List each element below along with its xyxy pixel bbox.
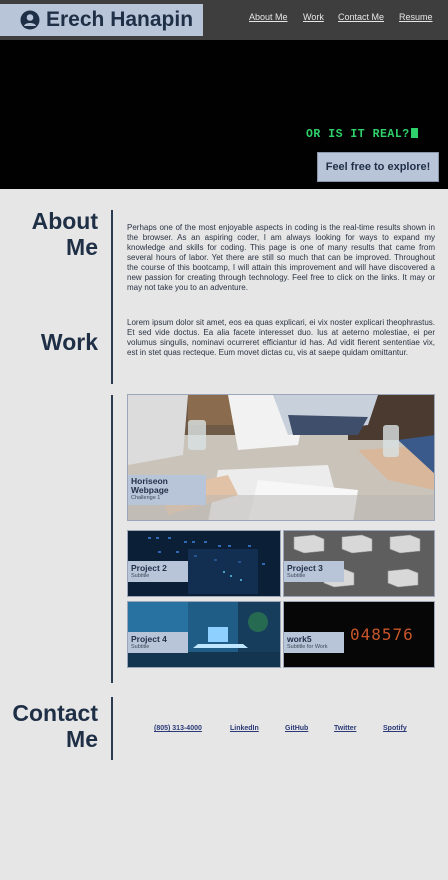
hero-banner: OR IS IT REAL? Feel free to explore!	[0, 40, 448, 189]
project-label: work5 Subtitle for Work	[284, 632, 344, 653]
about-paragraph: Perhaps one of the most enjoyable aspect…	[127, 223, 435, 292]
project-card-horiseon[interactable]: Horiseon Webpage Challenge 1	[127, 394, 435, 521]
contact-spotify-link[interactable]: Spotify	[383, 725, 407, 732]
work-paragraph: Lorem ipsum dolor sit amet, eos ea quas …	[127, 318, 435, 357]
nav-link-resume[interactable]: Resume	[399, 11, 433, 23]
project-card-work5[interactable]: 048576 work5 Subtitle for Work	[283, 601, 435, 668]
site-header: Erech Hanapin About Me Work Contact Me R…	[0, 0, 448, 40]
project-subtitle: Subtitle	[131, 573, 150, 579]
hero-terminal-line: OR IS IT REAL?	[306, 128, 410, 141]
project-label: Horiseon Webpage Challenge 1	[128, 475, 206, 505]
project-subtitle: Subtitle	[131, 644, 150, 650]
about-divider	[111, 210, 113, 384]
about-heading: About Me	[32, 208, 98, 260]
project-title: Project 2	[131, 563, 167, 573]
nav-link-work[interactable]: Work	[303, 11, 324, 23]
project-label: Project 4 Subtitle	[128, 632, 188, 653]
project-card-4[interactable]: Project 4 Subtitle	[127, 601, 281, 668]
about-heading-line1: About	[31, 208, 98, 234]
contact-twitter-link[interactable]: Twitter	[334, 725, 356, 732]
project-title: Project 3	[287, 563, 323, 573]
nav-link-about[interactable]: About Me	[249, 11, 288, 23]
hero-terminal-text: OR IS IT REAL?	[306, 128, 418, 141]
contact-links: (805) 313-4000 LinkedIn GitHub Twitter S…	[0, 725, 448, 737]
main-nav: About Me Work Contact Me Resume	[0, 11, 448, 25]
terminal-cursor-icon	[410, 128, 418, 138]
contact-heading-line1: Contact	[12, 700, 98, 726]
work-heading: Work	[40, 329, 98, 355]
project-subtitle: Challenge 1	[131, 495, 161, 501]
contact-phone-link[interactable]: (805) 313-4000	[154, 725, 202, 732]
contact-github-link[interactable]: GitHub	[285, 725, 308, 732]
project-label: Project 2 Subtitle	[128, 561, 188, 582]
contact-linkedin-link[interactable]: LinkedIn	[230, 725, 259, 732]
work-divider	[111, 395, 113, 683]
project-card-2[interactable]: Project 2 Subtitle	[127, 530, 281, 597]
project-subtitle: Subtitle	[287, 573, 306, 579]
project-subtitle: Subtitle for Work	[287, 644, 328, 650]
explore-button[interactable]: Feel free to explore!	[317, 152, 439, 182]
project-card-3[interactable]: Project 3 Subtitle	[283, 530, 435, 597]
project-title: work5	[287, 634, 312, 644]
project-title: Horiseon Webpage	[131, 476, 169, 495]
project-label: Project 3 Subtitle	[284, 561, 344, 582]
led-counter-digits: 048576	[350, 625, 414, 644]
nav-link-contact[interactable]: Contact Me	[338, 11, 384, 23]
about-heading-line2: Me	[66, 234, 98, 260]
project-title: Project 4	[131, 634, 167, 644]
